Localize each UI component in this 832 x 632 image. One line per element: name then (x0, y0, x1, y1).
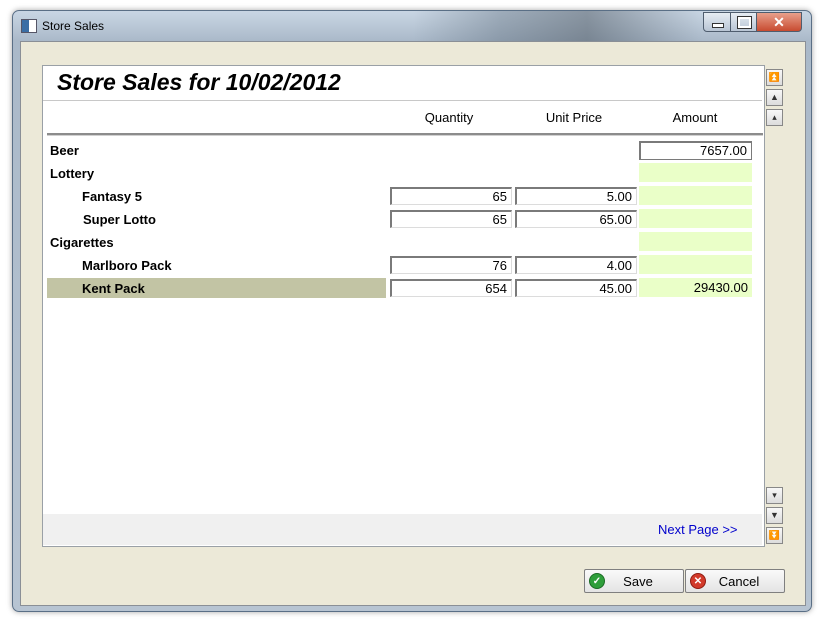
amount-cell-lottery (639, 163, 752, 182)
unit-price-field-fantasy-5[interactable]: 5.00 (515, 187, 637, 205)
quantity-field-fantasy-5[interactable]: 65 (390, 187, 512, 205)
footer-band (43, 514, 762, 545)
scroll-up-button[interactable]: ▴ (766, 109, 783, 126)
page-down-button[interactable]: ▼ (766, 507, 783, 524)
unit-price-field-kent-pack[interactable]: 45.00 (515, 279, 637, 297)
unit-price-field-marlboro-pack[interactable]: 4.00 (515, 256, 637, 274)
title-bar[interactable]: Store Sales ✕ (13, 11, 811, 41)
row-label-lottery: Lottery (50, 166, 95, 181)
row-label-cigarettes: Cigarettes (50, 235, 114, 250)
quantity-field-marlboro-pack[interactable]: 76 (390, 256, 512, 274)
scroll-down-button[interactable]: ▾ (766, 487, 783, 504)
amount-cell-marlboro-pack (639, 255, 752, 274)
quantity-field-super-lotto[interactable]: 65 (390, 210, 512, 228)
client-area: Store Sales for 10/02/2012 Quantity Unit… (20, 41, 806, 606)
maximize-icon (736, 15, 752, 29)
column-header-amount: Amount (672, 110, 718, 125)
row-label-beer: Beer (50, 143, 79, 158)
double-down-icon: ⏬ (768, 530, 781, 540)
save-button[interactable]: ✓ Save (584, 569, 684, 593)
quantity-field-kent-pack[interactable]: 654 (390, 279, 512, 297)
title-banner (413, 11, 703, 41)
down-icon: ▼ (770, 510, 779, 520)
page-title: Store Sales for 10/02/2012 (57, 69, 341, 95)
scroll-top-button[interactable]: ⏫ (766, 69, 783, 86)
row-label-kent-pack: Kent Pack (82, 281, 145, 296)
amount-cell-kent-pack: 29430.00 (639, 278, 752, 297)
double-up-icon: ⏫ (768, 72, 781, 82)
unit-price-field-super-lotto[interactable]: 65.00 (515, 210, 637, 228)
page-up-button[interactable]: ▲ (766, 89, 783, 106)
store-sales-window: Store Sales ✕ Store Sales for 10/02/2012… (12, 10, 812, 612)
amount-cell-fantasy-5 (639, 186, 752, 205)
up-icon: ▲ (770, 92, 779, 102)
caret-down-icon: ▾ (772, 490, 777, 500)
app-window-icon (21, 19, 37, 33)
column-header-unit-price: Unit Price (545, 110, 603, 125)
amount-cell-super-lotto (639, 209, 752, 228)
caret-up-icon: ▴ (772, 112, 777, 122)
amount-cell-cigarettes (639, 232, 752, 251)
minimize-icon (711, 22, 724, 28)
next-page-link[interactable]: Next Page >> (658, 522, 738, 537)
cancel-button[interactable]: ✕ Cancel (685, 569, 785, 593)
amount-field-beer[interactable]: 7657.00 (639, 141, 752, 160)
row-label-fantasy-5: Fantasy 5 (82, 189, 142, 204)
cancel-x-icon: ✕ (690, 573, 706, 589)
minimize-button[interactable] (703, 12, 732, 32)
scroll-bottom-button[interactable]: ⏬ (766, 527, 783, 544)
row-label-marlboro-pack: Marlboro Pack (82, 258, 172, 273)
maximize-button[interactable] (730, 12, 758, 32)
title-divider (43, 100, 762, 101)
save-button-label: Save (623, 573, 653, 589)
sales-panel: Store Sales for 10/02/2012 Quantity Unit… (42, 65, 783, 547)
row-label-super-lotto: Super Lotto (83, 212, 156, 227)
checkmark-icon: ✓ (589, 573, 605, 589)
cancel-button-label: Cancel (718, 573, 760, 589)
header-divider (47, 133, 763, 136)
close-icon: ✕ (773, 13, 785, 30)
close-button[interactable]: ✕ (756, 12, 802, 32)
column-header-quantity: Quantity (424, 110, 474, 125)
window-title: Store Sales (42, 19, 105, 33)
